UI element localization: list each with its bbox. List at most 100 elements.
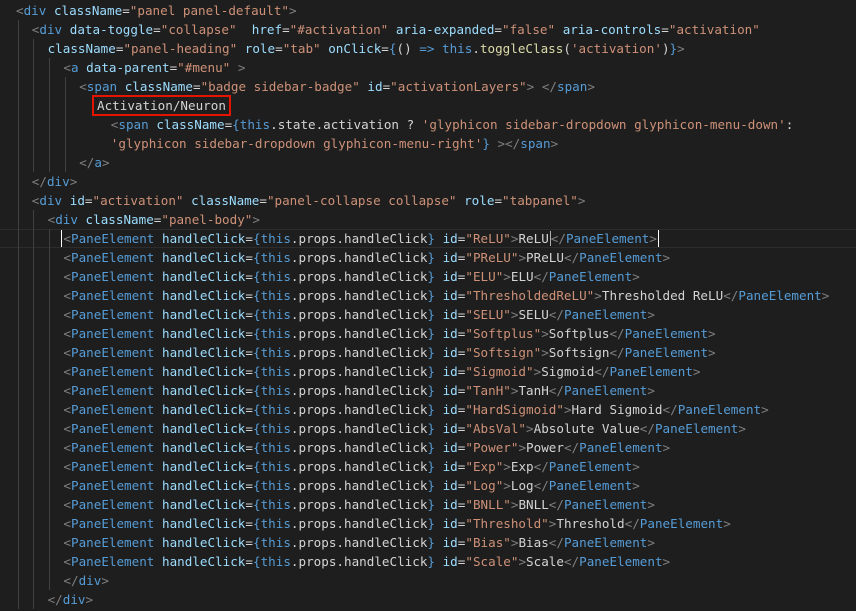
- code-line[interactable]: <PaneElement handleClick={this.props.han…: [0, 495, 856, 514]
- indent-guide: [18, 134, 19, 153]
- code-line[interactable]: <PaneElement handleClick={this.props.han…: [0, 267, 856, 286]
- code-token: }: [427, 269, 435, 284]
- code-token: PaneElement: [70, 345, 155, 360]
- code-line[interactable]: 'glyphicon sidebar-dropdown glyphicon-me…: [0, 134, 856, 153]
- indent-guide: [33, 552, 34, 571]
- code-token: "PReLU": [465, 250, 519, 265]
- code-token: id: [442, 383, 458, 398]
- code-line[interactable]: <PaneElement handleClick={this.props.han…: [0, 457, 856, 476]
- indent-guide: [33, 248, 34, 267]
- code-line[interactable]: <div id="activation" className="panel-co…: [0, 191, 856, 210]
- code-line[interactable]: </div>: [0, 172, 856, 191]
- code-line[interactable]: <PaneElement handleClick={this.props.han…: [0, 533, 856, 552]
- code-token: >: [550, 136, 559, 151]
- indent-guide: [18, 210, 19, 229]
- code-token: PaneElement: [677, 402, 762, 417]
- code-token: this: [260, 307, 291, 322]
- code-token: SELU: [518, 307, 549, 322]
- code-token: .props.handleClick: [290, 459, 428, 474]
- code-token: Absolute Value: [533, 421, 640, 436]
- code-content: <div id="activation" className="panel-co…: [32, 193, 586, 208]
- code-line[interactable]: <PaneElement handleClick={this.props.han…: [0, 362, 856, 381]
- code-line[interactable]: <div className="panel panel-default">: [0, 1, 856, 20]
- code-line[interactable]: <PaneElement handleClick={this.props.han…: [0, 400, 856, 419]
- code-line[interactable]: <PaneElement handleClick={this.props.han…: [0, 514, 856, 533]
- code-line[interactable]: <PaneElement handleClick={this.props.han…: [0, 343, 856, 362]
- code-line[interactable]: className="panel-heading" role="tab" onC…: [0, 39, 856, 58]
- code-token: className: [191, 193, 260, 208]
- code-token: this: [260, 402, 291, 417]
- code-token: PaneElement: [565, 231, 650, 246]
- indent-guide: [18, 305, 19, 324]
- code-line[interactable]: <div data-toggle="collapse" href="#activ…: [0, 20, 856, 39]
- indent-guide: [33, 476, 34, 495]
- code-token: <: [63, 459, 71, 474]
- code-content: <PaneElement handleClick={this.props.han…: [63, 421, 746, 436]
- code-token: "badge sidebar-badge": [200, 79, 360, 94]
- code-line[interactable]: <PaneElement handleClick={this.props.han…: [0, 419, 856, 438]
- code-token: <: [63, 60, 71, 75]
- code-line[interactable]: <a data-parent="#menu" >: [0, 58, 856, 77]
- code-line[interactable]: </div>: [0, 571, 856, 590]
- code-token: }: [427, 383, 435, 398]
- code-token: >: [503, 459, 511, 474]
- code-token: Power: [526, 440, 564, 455]
- indent-guide: [33, 39, 34, 58]
- code-token: PaneElement: [548, 478, 633, 493]
- indent-guide: [49, 571, 50, 590]
- code-token: <: [63, 383, 71, 398]
- code-editor[interactable]: <div className="panel panel-default"> <di…: [0, 0, 856, 611]
- code-token: PaneElement: [563, 497, 648, 512]
- code-token: <: [63, 269, 71, 284]
- indent-guide: [33, 438, 34, 457]
- code-line[interactable]: <span className={this.state.activation ?…: [0, 115, 856, 134]
- code-line[interactable]: <PaneElement handleClick={this.props.han…: [0, 324, 856, 343]
- code-token: </: [662, 402, 678, 417]
- code-token: .props.handleClick: [290, 250, 428, 265]
- indent-guide: [18, 324, 19, 343]
- code-line[interactable]: Activation/Neuron: [0, 95, 856, 116]
- code-token: <: [63, 326, 71, 341]
- code-line[interactable]: <PaneElement handleClick={this.props.han…: [0, 305, 856, 324]
- code-token: </: [548, 535, 564, 550]
- code-token: </: [723, 288, 739, 303]
- code-line[interactable]: <span className="badge sidebar-badge" id…: [0, 77, 856, 96]
- code-line[interactable]: </div>: [0, 590, 856, 609]
- code-content: <PaneElement handleClick={this.props.han…: [63, 345, 715, 360]
- code-line[interactable]: <PaneElement handleClick={this.props.han…: [0, 248, 856, 267]
- code-line[interactable]: <PaneElement handleClick={this.props.han…: [0, 552, 856, 571]
- code-token: PaneElement: [70, 478, 155, 493]
- indent-guide: [33, 590, 34, 609]
- code-token: }: [427, 478, 435, 493]
- code-line[interactable]: </a>: [0, 153, 856, 172]
- code-content: <PaneElement handleClick={this.props.han…: [63, 269, 639, 284]
- code-token: handleClick: [161, 345, 246, 360]
- code-line[interactable]: <PaneElement handleClick={this.props.han…: [0, 438, 856, 457]
- code-token: PaneElement: [563, 535, 648, 550]
- code-token: PaneElement: [70, 497, 155, 512]
- code-line[interactable]: <PaneElement handleClick={this.props.han…: [0, 286, 856, 305]
- code-token: {: [252, 269, 261, 284]
- code-token: =: [245, 535, 253, 550]
- code-token: "ThresholdedReLU": [465, 288, 595, 303]
- code-line[interactable]: <div className="panel-body">: [0, 210, 856, 229]
- code-token: "panel panel-default": [129, 3, 290, 18]
- code-token: PaneElement: [639, 516, 724, 531]
- code-token: id: [442, 345, 458, 360]
- code-token: PaneElement: [563, 307, 648, 322]
- code-token: {: [252, 364, 261, 379]
- code-token: .props.handleClick: [290, 497, 428, 512]
- code-line[interactable]: <PaneElement handleClick={this.props.han…: [0, 229, 856, 248]
- code-line[interactable]: <PaneElement handleClick={this.props.han…: [0, 381, 856, 400]
- code-token: className: [156, 117, 225, 132]
- indent-guide: [49, 457, 50, 476]
- code-token: </: [548, 307, 564, 322]
- code-token: {: [252, 535, 261, 550]
- code-line[interactable]: <PaneElement handleClick={this.props.han…: [0, 476, 856, 495]
